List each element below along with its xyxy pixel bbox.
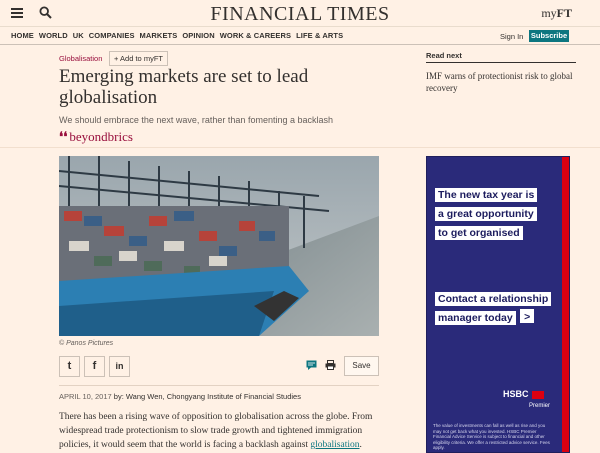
nav-item-world[interactable]: WORLD: [39, 31, 68, 40]
myft-suffix: FT: [556, 6, 572, 20]
nav-items: HOME WORLD UK COMPANIES MARKETS OPINION …: [11, 31, 343, 40]
sign-in-link[interactable]: Sign In: [500, 32, 523, 41]
facebook-icon: f: [92, 360, 97, 372]
nav-item-opinion[interactable]: OPINION: [182, 31, 214, 40]
hsbc-logo: HSBC: [503, 389, 544, 399]
article-headline: Emerging markets are set to lead globali…: [59, 66, 309, 108]
read-next-divider: [426, 62, 576, 63]
nav-item-markets[interactable]: MARKETS: [140, 31, 178, 40]
ad-small-print: The value of investments can fall as wel…: [433, 423, 550, 450]
publish-date: APRIL 10, 2017: [59, 392, 112, 401]
ad-headline-2: Contact a relationship manager today >: [435, 289, 552, 327]
ad-line: a great opportunity: [435, 207, 537, 221]
facebook-share-button[interactable]: f: [84, 356, 105, 377]
twitter-icon: t: [67, 360, 72, 372]
ad-headline-1: The new tax year is a great opportunity …: [435, 185, 550, 242]
read-next-label: Read next: [426, 51, 462, 60]
read-next-link[interactable]: IMF warns of protectionist risk to globa…: [426, 70, 576, 94]
image-caption: © Panos Pictures: [59, 340, 114, 347]
hsbc-hexagon-icon: [531, 390, 544, 399]
top-bar: FINANCIAL TIMES myFT: [0, 0, 600, 26]
myft-link[interactable]: myFT: [541, 6, 572, 21]
main-nav: HOME WORLD UK COMPANIES MARKETS OPINION …: [0, 26, 600, 45]
print-icon[interactable]: [325, 360, 336, 370]
ad-arrow-icon[interactable]: >: [520, 308, 535, 323]
subscribe-button[interactable]: Subscribe: [529, 30, 569, 42]
brand-label: beyondbrics: [69, 129, 133, 144]
save-button[interactable]: Save: [344, 356, 379, 376]
globalisation-link[interactable]: globalisation: [310, 440, 359, 450]
nav-item-companies[interactable]: COMPANIES: [89, 31, 135, 40]
ad-line: manager today: [435, 311, 516, 325]
myft-prefix: my: [541, 6, 557, 20]
nav-item-home[interactable]: HOME: [11, 31, 34, 40]
hsbc-logo-text: HSBC: [503, 389, 529, 399]
nav-item-uk[interactable]: UK: [73, 31, 84, 40]
ad-red-stripe: [562, 157, 569, 452]
linkedin-icon: in: [115, 361, 124, 371]
ad-line: Contact a relationship: [435, 292, 552, 306]
masthead-logo[interactable]: FINANCIAL TIMES: [0, 3, 600, 26]
quote-icon: ❛❛: [59, 129, 68, 144]
ad-premier-label: Premier: [529, 403, 551, 409]
ad-line: to get organised: [435, 226, 523, 240]
add-to-myft-button[interactable]: + Add to myFT: [109, 51, 168, 66]
body-paragraph-end: .: [359, 440, 362, 450]
header-divider: [0, 147, 600, 148]
author[interactable]: by: Wang Wen, Chongyang Institute of Fin…: [112, 392, 301, 401]
section-link[interactable]: Globalisation: [59, 54, 102, 63]
brand-link[interactable]: ❛❛ beyondbrics: [59, 129, 133, 145]
article-body: There has been a rising wave of oppositi…: [59, 410, 379, 452]
byline-divider: [59, 385, 379, 386]
comments-icon[interactable]: [306, 360, 317, 370]
nav-item-life-arts[interactable]: LIFE & ARTS: [296, 31, 343, 40]
article-standfirst: We should embrace the next wave, rather …: [59, 115, 333, 125]
article-image: [59, 156, 379, 336]
hsbc-advert[interactable]: The new tax year is a great opportunity …: [426, 156, 570, 453]
twitter-share-button[interactable]: t: [59, 356, 80, 377]
linkedin-share-button[interactable]: in: [109, 356, 130, 377]
byline: APRIL 10, 2017 by: Wang Wen, Chongyang I…: [59, 392, 301, 401]
nav-item-work-careers[interactable]: WORK & CAREERS: [220, 31, 291, 40]
ad-line: The new tax year is: [435, 188, 538, 202]
